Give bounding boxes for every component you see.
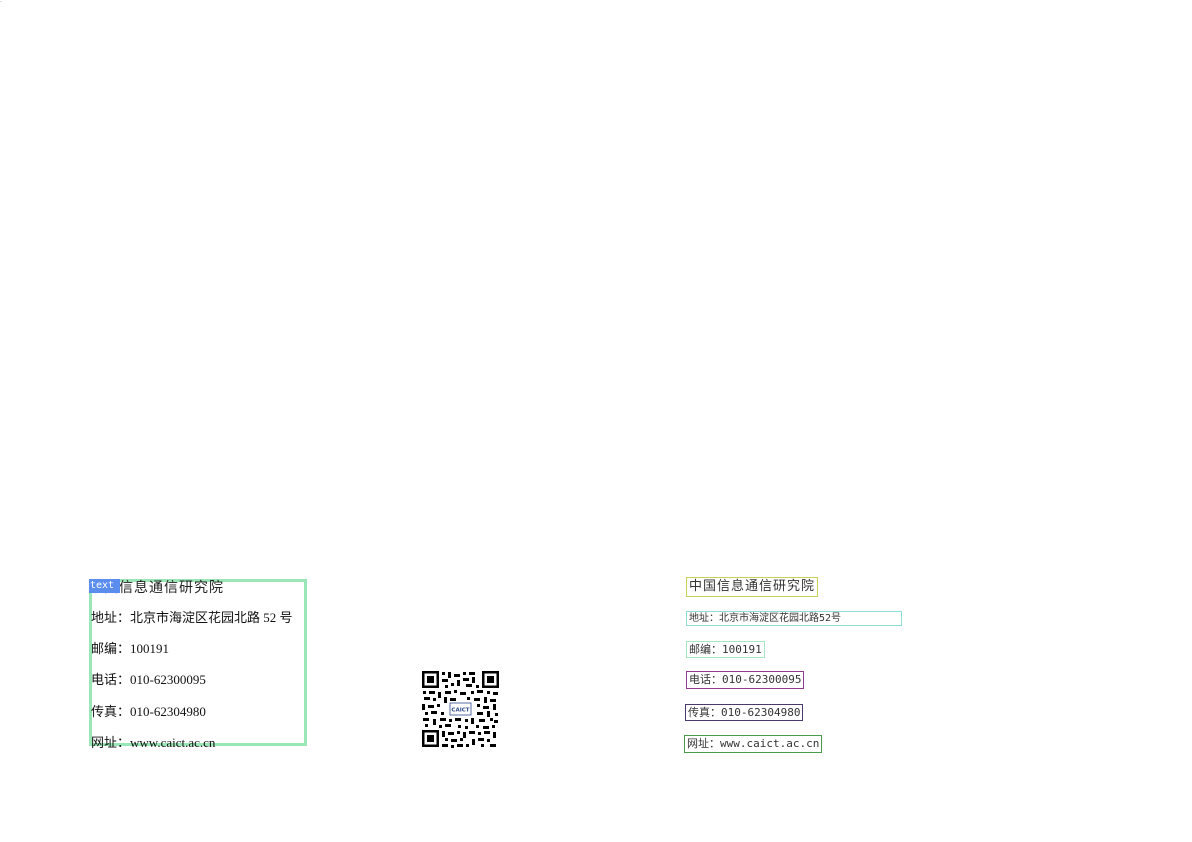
right-zip: 邮编：100191 <box>686 641 765 658</box>
right-phone: 电话：010-62300095 <box>686 671 805 689</box>
left-phone: 电话：010-62300095 <box>91 672 206 687</box>
left-zip: 邮编：100191 <box>91 641 170 656</box>
right-org-title: 中国信息通信研究院 <box>686 577 819 597</box>
left-website: 网址：www.caict.ac.cn <box>91 735 216 750</box>
text-tag-label: text <box>89 579 120 593</box>
left-contact-highlight-box <box>89 579 307 746</box>
right-fax: 传真：010-62304980 <box>685 704 804 721</box>
right-address: 地址：北京市海淀区花园北路52号 <box>686 611 902 626</box>
left-address: 地址：北京市海淀区花园北路 52 号 <box>91 610 293 625</box>
left-fax: 传真：010-62304980 <box>91 704 206 719</box>
qr-code-icon: CAICT <box>421 670 500 748</box>
qr-logo-text: CAICT <box>451 708 469 714</box>
corner-mark: · <box>0 0 2 6</box>
right-website[interactable]: 网址：www.caict.ac.cn <box>684 735 823 753</box>
